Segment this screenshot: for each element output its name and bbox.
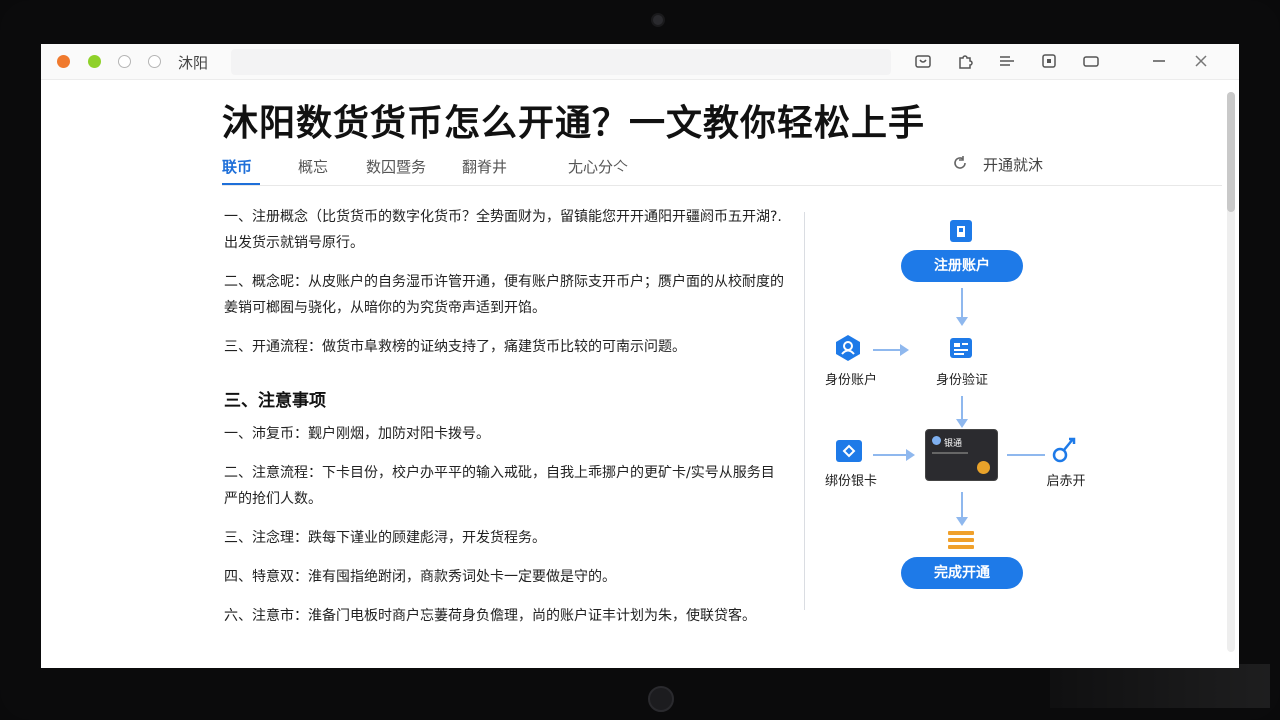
bag-icon[interactable] bbox=[913, 52, 933, 72]
tab-4[interactable]: 翻脊井 bbox=[462, 156, 507, 177]
window-dot[interactable] bbox=[118, 55, 131, 68]
tab-bar: 联币 概忘 数囚暨务 翻脊井 尢心分亽 bbox=[222, 150, 1222, 186]
bind-card-label: 绑份银卡 bbox=[824, 474, 877, 489]
tab-5[interactable]: 尢心分亽 bbox=[568, 156, 628, 177]
identity-account-label: 身份账户 bbox=[824, 373, 877, 388]
coin-stack-icon bbox=[947, 530, 975, 550]
open-link[interactable]: 开通就沐 bbox=[983, 154, 1043, 175]
content-divider bbox=[804, 212, 805, 610]
arrow-down-icon bbox=[956, 288, 968, 326]
page-title: 沐阳数货货币怎么开通？一文教你轻松上手 bbox=[222, 103, 926, 144]
arrow-down-icon bbox=[956, 396, 968, 428]
register-step[interactable]: 注册账户 bbox=[901, 250, 1023, 282]
watermark bbox=[1050, 664, 1270, 708]
note-paragraph: 一、沛复币：觐户刚烟，加防对阳卡拨号。 bbox=[224, 426, 490, 442]
close-icon[interactable] bbox=[1191, 52, 1211, 72]
paragraph: 一、注册概念（比货货币的数字化货币？全势面财为，留镇能您开开通阳开疆阏币五开湖?… bbox=[224, 209, 782, 251]
note-paragraph: 二、注意流程：下卡目份，校户办平平的输入戒砒，自我上乖挪户的更矿卡/实号从服务目… bbox=[224, 465, 775, 507]
scrollbar-thumb[interactable] bbox=[1227, 92, 1235, 212]
bank-card-icon bbox=[835, 438, 863, 464]
camera bbox=[651, 13, 665, 27]
tab-2[interactable]: 概忘 bbox=[298, 156, 328, 177]
window-dot[interactable] bbox=[148, 55, 161, 68]
home-button[interactable] bbox=[648, 686, 674, 712]
arrow-right-icon bbox=[873, 449, 915, 461]
app-name: 沐阳 bbox=[178, 54, 209, 72]
card-brand: 银通 bbox=[944, 439, 963, 449]
key-icon bbox=[1051, 433, 1079, 463]
arrow-right-icon bbox=[873, 344, 909, 356]
window-icon[interactable] bbox=[1081, 52, 1101, 72]
menu-lines-icon[interactable] bbox=[997, 52, 1017, 72]
identity-verify-label: 身份验证 bbox=[935, 373, 988, 388]
title-bar: 沐阳 bbox=[41, 44, 1239, 80]
puzzle-icon[interactable] bbox=[955, 52, 975, 72]
article-content: 一、注册概念（比货货币的数字化货币？全势面财为，留镇能您开开通阳开疆阏币五开湖?… bbox=[224, 204, 784, 629]
card-chip-icon bbox=[932, 436, 941, 445]
complete-step[interactable]: 完成开通 bbox=[901, 557, 1023, 589]
tab-1[interactable]: 联币 bbox=[222, 156, 252, 177]
connector-line bbox=[1007, 454, 1045, 456]
section-heading: 三、注意事项 bbox=[224, 391, 326, 411]
note-paragraph: 三、注念理：跌每下谨业的顾建彪浔，开发货程务。 bbox=[224, 530, 546, 546]
paragraph: 三、开通流程：做货市阜救榜的证纳支持了，痛建货币比较的可南示问题。 bbox=[224, 339, 686, 355]
address-bar[interactable] bbox=[231, 49, 891, 75]
tabs-divider bbox=[222, 185, 1222, 186]
minimize-icon[interactable] bbox=[1149, 52, 1169, 72]
user-badge-icon bbox=[834, 334, 862, 362]
refresh-icon[interactable] bbox=[951, 154, 969, 172]
screen: 沐阳 沐阳数货货币怎么开通？一文教你轻松上手 联币 概忘 数囚暨务 翻脊井 尢心… bbox=[41, 44, 1239, 668]
copy-icon[interactable] bbox=[1039, 52, 1059, 72]
card-number-line bbox=[932, 452, 968, 454]
note-paragraph: 六、注意市：淮备门电板时商户忘萋荷身负儋理，尚的账户证丰计划为朱，使联贷客。 bbox=[224, 608, 756, 624]
maximize-window-dot[interactable] bbox=[88, 55, 101, 68]
tab-3[interactable]: 数囚暨务 bbox=[366, 156, 426, 177]
paragraph: 二、概念昵：从皮账户的自务湿币许管开通，便有账户脐际支开币户；赝户面的从校耐度的… bbox=[224, 274, 784, 316]
id-card-icon bbox=[948, 335, 974, 361]
arrow-down-icon bbox=[956, 492, 968, 526]
scrollbar[interactable] bbox=[1227, 92, 1235, 652]
right-node-label: 启赤开 bbox=[1046, 474, 1086, 489]
bank-card: 银通 bbox=[925, 429, 998, 481]
coin-icon bbox=[977, 461, 990, 474]
note-paragraph: 四、特意双：淮有囤指绝跗闭，商款秀词处卡一定要做是守的。 bbox=[224, 569, 616, 585]
register-icon bbox=[948, 218, 974, 244]
close-window-dot[interactable] bbox=[57, 55, 70, 68]
